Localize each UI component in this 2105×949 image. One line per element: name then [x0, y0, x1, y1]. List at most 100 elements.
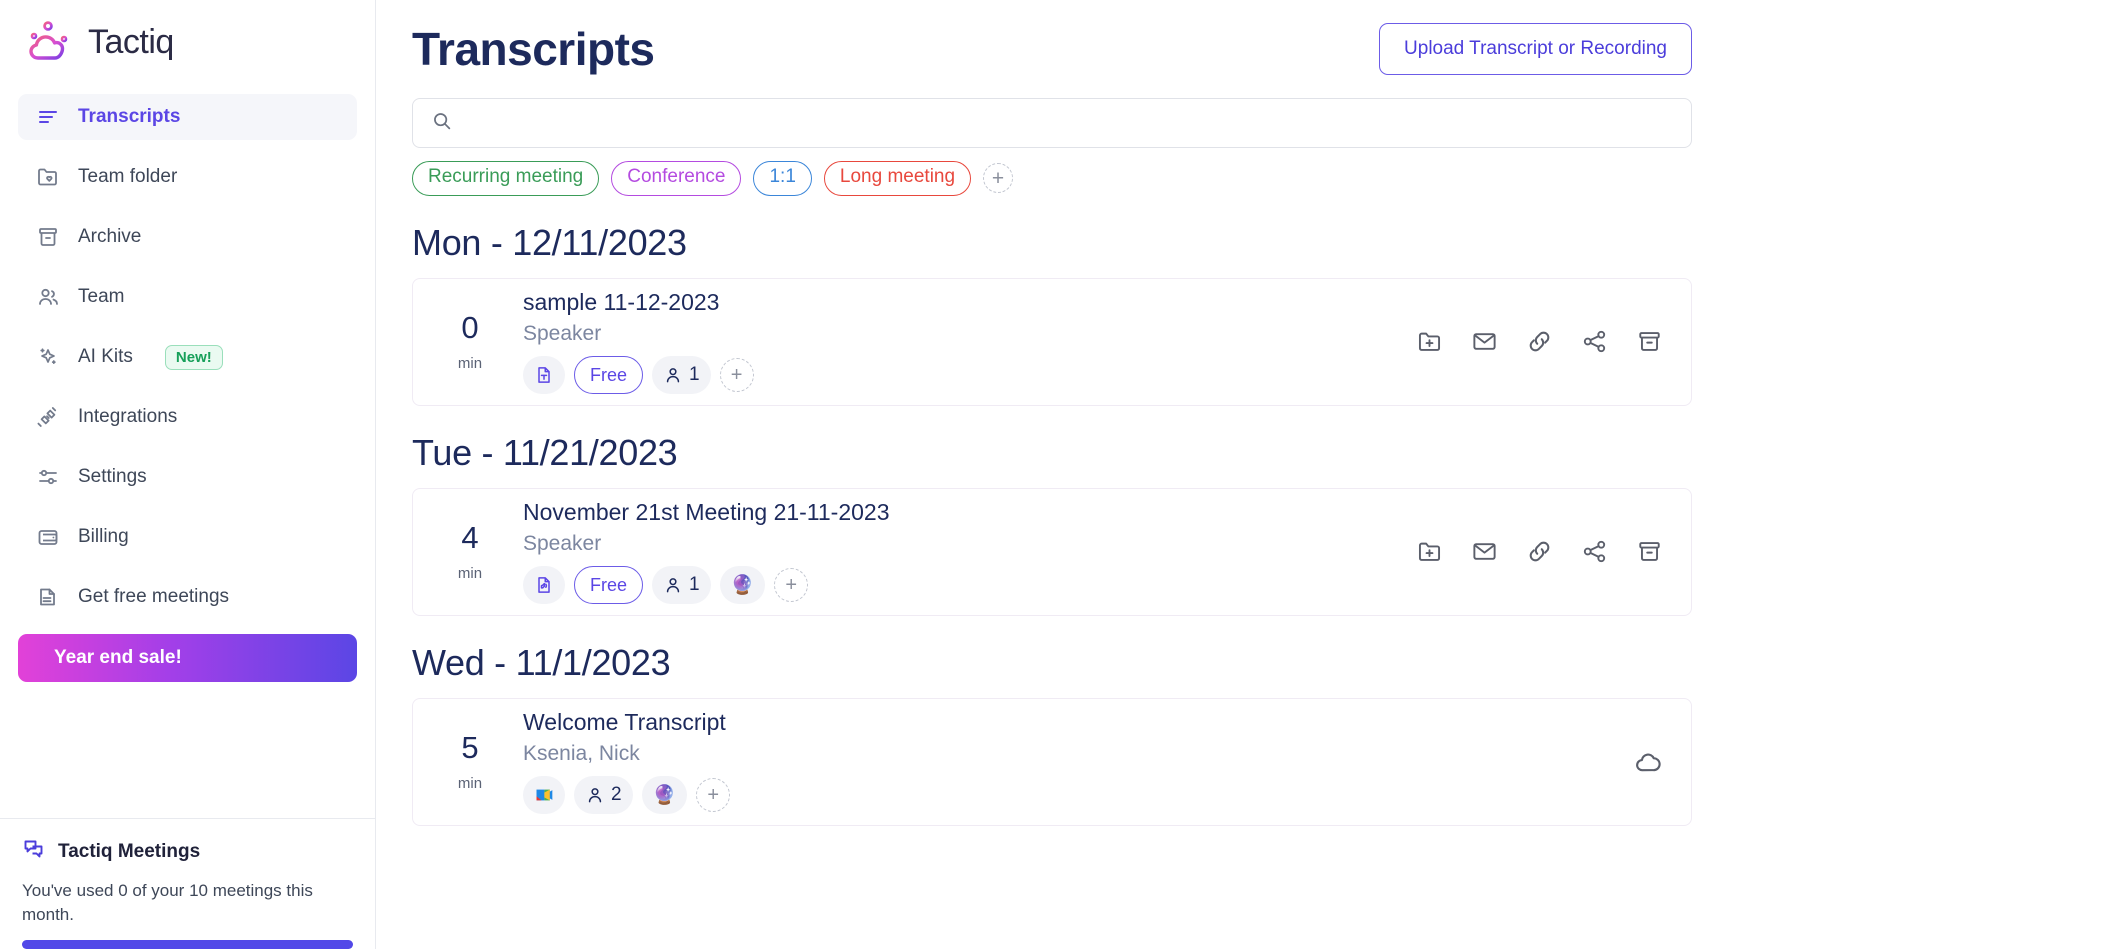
meetings-panel-title: Tactiq Meetings	[58, 841, 201, 863]
folder-plus-icon[interactable]	[1416, 328, 1443, 355]
transcript-info: November 21st Meeting 21-11-2023 Speaker	[501, 499, 1416, 605]
cloud-icon[interactable]	[1633, 747, 1663, 777]
transcript-chips: Free 1 +	[523, 356, 1416, 395]
search-icon	[431, 110, 453, 137]
duration-unit: min	[457, 564, 483, 582]
sidebar-item-settings[interactable]: Settings	[18, 454, 357, 500]
envelope-icon[interactable]	[1471, 538, 1498, 565]
participant-count: 1	[689, 364, 700, 386]
link-icon[interactable]	[1526, 538, 1553, 565]
day-group: Mon - 12/11/2023 0 min sample 11-12-2023…	[412, 222, 1692, 406]
google-meet-icon[interactable]	[523, 776, 565, 815]
crystal-ball-icon[interactable]: 🔮	[641, 776, 688, 815]
transcript-chips: Free 1 🔮 +	[523, 566, 1416, 605]
sidebar-item-team[interactable]: Team	[18, 274, 357, 320]
participant-count: 1	[689, 574, 700, 596]
duration-unit: min	[457, 354, 483, 372]
upload-transcript-button[interactable]: Upload Transcript or Recording	[1379, 23, 1692, 75]
card-actions	[1416, 328, 1663, 355]
sidebar-item-label: Transcripts	[78, 106, 181, 127]
transcript-card[interactable]: 4 min November 21st Meeting 21-11-2023 S…	[412, 487, 1692, 616]
sidebar-item-integrations[interactable]: Integrations	[18, 394, 357, 440]
meetings-usage-text: You've used 0 of your 10 meetings this m…	[22, 881, 313, 924]
archive-icon[interactable]	[1636, 328, 1663, 355]
sidebar-item-archive[interactable]: Archive	[18, 214, 357, 260]
person-icon	[666, 368, 680, 383]
plan-badge-free[interactable]: Free	[574, 566, 644, 605]
sidebar-item-billing[interactable]: Billing	[18, 514, 357, 560]
meetings-progress-bar	[22, 940, 353, 949]
sidebar-item-label: Team folder	[78, 166, 178, 187]
day-group-title: Mon - 12/11/2023	[412, 221, 687, 263]
sidebar-nav: Transcripts Team folder Archive Team AI …	[0, 94, 375, 620]
duration-value: 4	[461, 519, 479, 555]
participants-chip[interactable]: 1	[652, 356, 711, 395]
sidebar-item-label: Get free meetings	[78, 586, 230, 607]
sidebar-item-get-free-meetings[interactable]: Get free meetings	[18, 574, 357, 620]
transcript-card[interactable]: 5 min Welcome Transcript Ksenia, Nick 2 …	[412, 697, 1692, 826]
meetings-panel-header: Tactiq Meetings	[22, 837, 353, 867]
share-icon[interactable]	[1581, 538, 1608, 565]
main-content: Transcripts Upload Transcript or Recordi…	[376, 0, 2105, 949]
transcript-speakers: Speaker	[523, 322, 602, 346]
tag-icon	[36, 585, 60, 609]
day-group-title: Wed - 11/1/2023	[412, 641, 671, 683]
share-icon[interactable]	[1581, 328, 1608, 355]
transcript-chips: 2 🔮 +	[523, 776, 1633, 815]
transcript-speakers: Ksenia, Nick	[523, 742, 640, 766]
filter-tag-row: Recurring meeting Conference 1:1 Long me…	[412, 161, 1692, 196]
brand-name: Tactiq	[88, 22, 174, 61]
search-bar[interactable]	[412, 98, 1692, 148]
archive-box-icon	[36, 225, 60, 249]
users-icon	[36, 285, 60, 309]
person-icon	[666, 578, 680, 593]
duration: 5 min	[439, 732, 501, 792]
transcript-card[interactable]: 0 min sample 11-12-2023 Speaker Free 1 +	[412, 277, 1692, 406]
search-input[interactable]	[465, 112, 1673, 134]
folder-heart-icon	[36, 165, 60, 189]
audio-file-icon[interactable]	[523, 566, 565, 605]
add-filter-tag-button[interactable]: +	[983, 163, 1014, 194]
duration-value: 5	[461, 729, 479, 765]
filter-tag-long-meeting[interactable]: Long meeting	[823, 161, 972, 196]
sidebar-item-label: Billing	[78, 526, 129, 547]
sidebar-item-team-folder[interactable]: Team folder	[18, 154, 357, 200]
day-group-title: Tue - 11/21/2023	[412, 431, 678, 473]
duration-unit: min	[457, 774, 483, 792]
transcript-title: November 21st Meeting 21-11-2023	[523, 499, 890, 526]
year-end-sale-banner[interactable]: Year end sale!	[18, 634, 357, 684]
filter-tag-recurring-meeting[interactable]: Recurring meeting	[412, 161, 600, 196]
wallet-icon	[36, 525, 60, 549]
new-badge: New!	[164, 344, 223, 370]
tactiq-cloud-logo-icon	[26, 20, 74, 64]
sidebar: Tactiq Transcripts Team folder Archive T…	[0, 0, 376, 949]
envelope-icon[interactable]	[1471, 328, 1498, 355]
crystal-ball-icon[interactable]: 🔮	[719, 566, 766, 605]
add-chip-button[interactable]: +	[774, 568, 809, 603]
add-chip-button[interactable]: +	[696, 778, 731, 813]
duration: 4 min	[439, 522, 501, 582]
link-icon[interactable]	[1526, 328, 1553, 355]
filter-tag-conference[interactable]: Conference	[611, 161, 742, 196]
participants-chip[interactable]: 2	[574, 776, 633, 815]
filter-tag-one-on-one[interactable]: 1:1	[753, 161, 812, 196]
transcript-title: Welcome Transcript	[523, 709, 726, 736]
transcript-speakers: Speaker	[523, 532, 602, 556]
sliders-icon	[36, 465, 60, 489]
add-chip-button[interactable]: +	[719, 358, 754, 393]
participants-chip[interactable]: 1	[652, 566, 711, 605]
plan-badge-free[interactable]: Free	[574, 356, 644, 395]
archive-icon[interactable]	[1636, 538, 1663, 565]
sidebar-item-label: Settings	[78, 466, 147, 487]
day-group: Tue - 11/21/2023 4 min November 21st Mee…	[412, 432, 1692, 616]
page-header: Transcripts Upload Transcript or Recordi…	[412, 14, 1692, 84]
sidebar-item-transcripts[interactable]: Transcripts	[18, 94, 357, 140]
brand-logo[interactable]: Tactiq	[0, 0, 375, 66]
text-file-icon[interactable]	[523, 356, 565, 395]
sidebar-item-ai-kits[interactable]: AI Kits New!	[18, 334, 357, 380]
sparkles-icon	[36, 345, 60, 369]
folder-plus-icon[interactable]	[1416, 538, 1443, 565]
person-icon	[588, 788, 602, 803]
tactiq-meetings-panel: Tactiq Meetings You've used 0 of your 10…	[0, 818, 375, 949]
list-lines-icon	[36, 105, 60, 129]
